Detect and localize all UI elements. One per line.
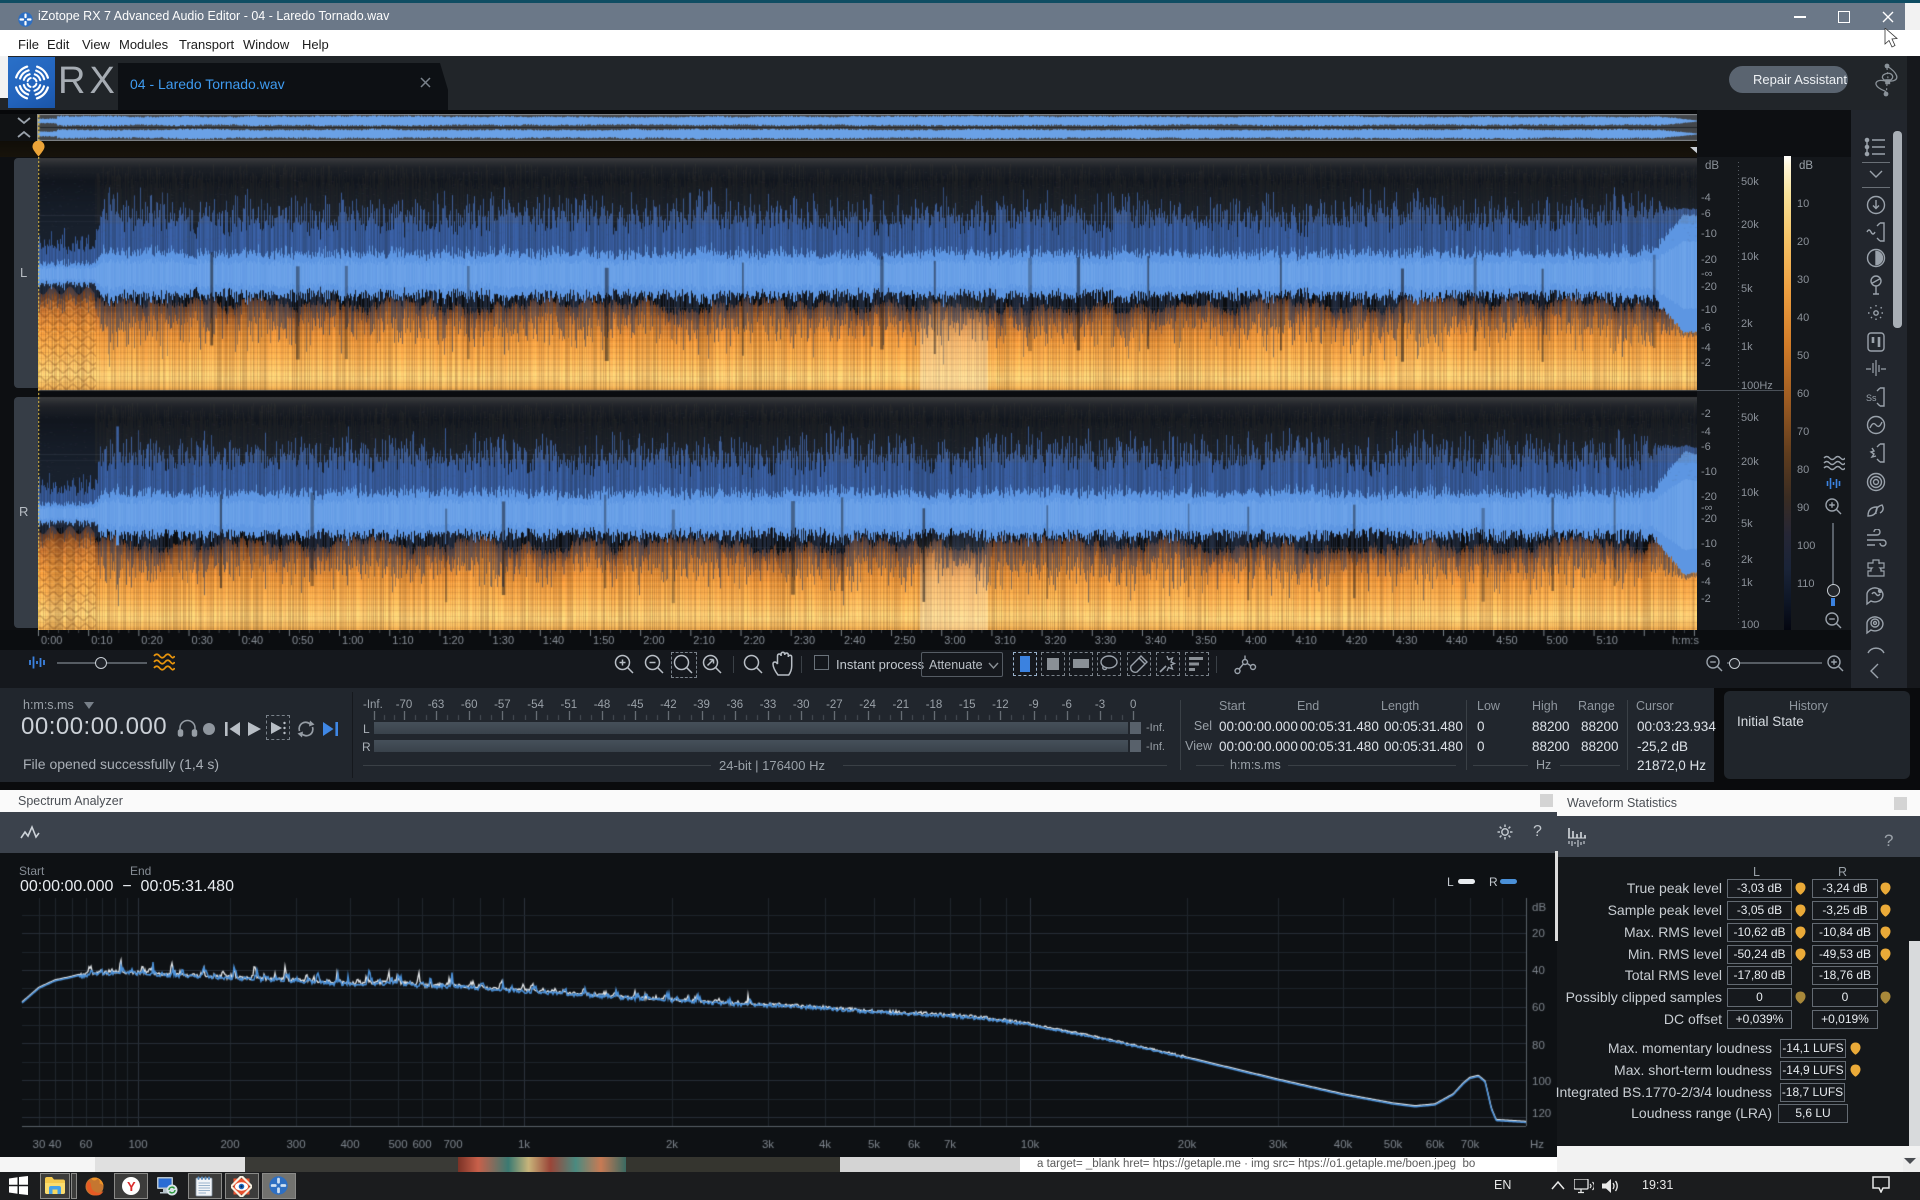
svg-text:Ss: Ss (1866, 393, 1877, 403)
